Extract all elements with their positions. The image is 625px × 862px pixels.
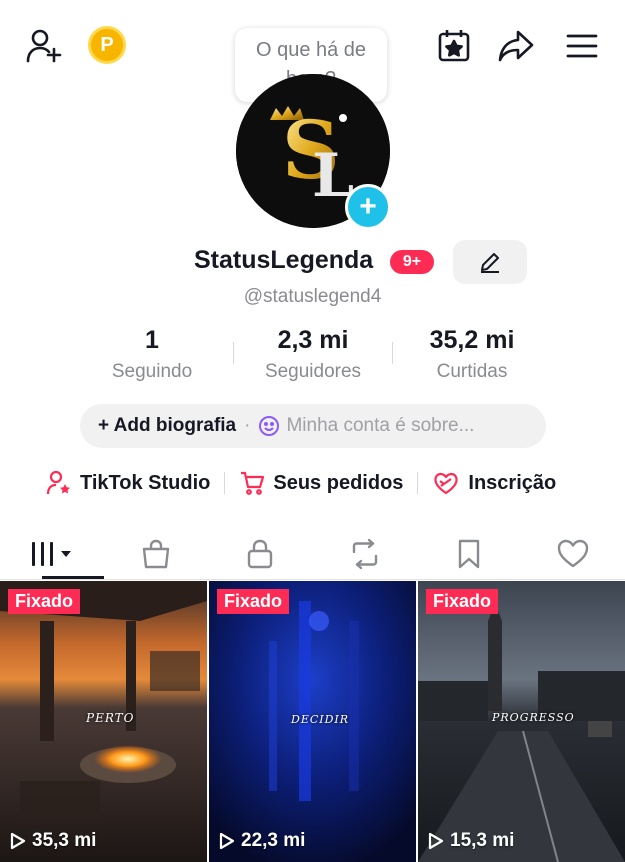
view-count: 22,3 mi	[219, 830, 305, 852]
play-icon	[219, 832, 235, 850]
link-label: Seus pedidos	[273, 471, 404, 494]
pinned-badge: Fixado	[426, 589, 499, 614]
shop-bag-icon	[143, 539, 170, 569]
edit-profile-button[interactable]	[453, 240, 527, 284]
divider	[0, 579, 625, 580]
heart-ribbon-icon	[434, 472, 459, 495]
username-row: StatusLegenda 9+	[0, 240, 625, 284]
tab-liked[interactable]	[521, 528, 625, 580]
tab-videos[interactable]	[0, 528, 104, 580]
video-caption: DECIDIR	[291, 713, 350, 726]
calendar-star-icon[interactable]	[434, 26, 474, 66]
video-caption: PROGRESSO	[492, 711, 575, 724]
add-bio-label: + Add biografia	[98, 415, 237, 436]
tab-shop[interactable]	[104, 528, 208, 580]
tab-reposts[interactable]	[313, 528, 417, 580]
tiktok-studio-link[interactable]: TikTok Studio	[46, 470, 210, 496]
person-star-icon	[46, 470, 70, 495]
subscription-link[interactable]: Inscrição	[432, 470, 556, 496]
videos-grid-icon	[32, 542, 72, 566]
share-icon[interactable]	[496, 26, 536, 66]
stat-likes[interactable]: 35,2 mi Curtidas	[392, 326, 552, 383]
play-icon	[428, 832, 444, 850]
tab-saved[interactable]	[417, 528, 521, 580]
heart-icon	[557, 539, 589, 568]
lock-icon	[248, 539, 273, 569]
stat-following[interactable]: 1 Seguindo	[72, 326, 232, 383]
divider	[417, 472, 419, 494]
stat-value: 35,2 mi	[429, 326, 515, 354]
stat-label: Curtidas	[436, 361, 508, 382]
pinned-badge: Fixado	[8, 589, 81, 614]
orders-link[interactable]: Seus pedidos	[239, 470, 403, 496]
coin-icon[interactable]: P	[88, 26, 126, 64]
add-avatar-button[interactable]: +	[345, 184, 391, 230]
video-caption: PERTO	[86, 711, 135, 725]
stat-value: 2,3 mi	[277, 326, 349, 354]
menu-icon[interactable]	[562, 26, 602, 66]
stat-followers[interactable]: 2,3 mi Seguidores	[233, 326, 393, 383]
profile-links: TikTok Studio Seus pedidos Inscrição	[46, 466, 556, 500]
stat-label: Seguindo	[111, 361, 193, 382]
video-thumbnail[interactable]: Fixado PROGRESSO 15,3 mi	[418, 581, 625, 862]
tab-private[interactable]	[208, 528, 312, 580]
bookmark-icon	[458, 539, 479, 569]
notification-badge[interactable]: 9+	[390, 250, 434, 274]
link-label: Inscrição	[468, 471, 557, 494]
smile-icon	[259, 416, 280, 436]
pinned-badge: Fixado	[217, 589, 290, 614]
bio-placeholder: Minha conta é sobre...	[286, 415, 475, 436]
content-tabs	[0, 528, 625, 580]
add-bio-button[interactable]: + Add biografia · Minha conta é sobre...	[80, 404, 546, 448]
repost-icon	[352, 538, 377, 570]
bubble-line1: O que há de	[255, 39, 367, 61]
stat-value: 1	[145, 326, 159, 354]
view-count: 15,3 mi	[428, 830, 514, 852]
view-count-label: 35,3 mi	[32, 830, 97, 851]
add-friend-icon[interactable]	[24, 26, 64, 66]
handle: @statuslegend4	[243, 286, 382, 307]
video-thumbnail[interactable]: Fixado PERTO 35,3 mi	[0, 581, 207, 862]
view-count: 35,3 mi	[10, 830, 96, 852]
cart-icon	[241, 471, 265, 495]
username: StatusLegenda	[194, 246, 374, 274]
play-icon	[10, 832, 26, 850]
divider	[224, 472, 226, 494]
bio-separator: ·	[244, 415, 251, 436]
view-count-label: 22,3 mi	[241, 830, 306, 851]
pencil-icon	[481, 253, 499, 273]
video-thumbnail[interactable]: Fixado DECIDIR 22,3 mi	[209, 581, 416, 862]
view-count-label: 15,3 mi	[450, 830, 515, 851]
stat-label: Seguidores	[264, 361, 362, 382]
link-label: TikTok Studio	[80, 471, 211, 494]
